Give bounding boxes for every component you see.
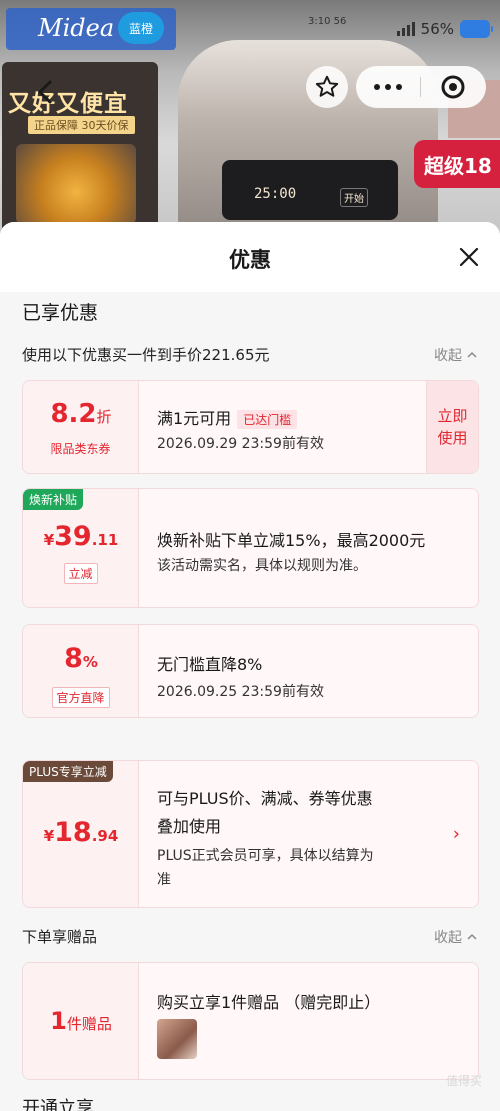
target-icon [441, 75, 465, 99]
plus-note: PLUS正式会员可享，具体以结算为 [157, 848, 374, 864]
gift-thumbnail[interactable] [157, 1019, 197, 1059]
coupon-details: 满1元可用 已达门槛 2026.09.29 23:59前有效 立即 使用 [139, 381, 478, 473]
close-icon [459, 247, 479, 267]
coupon-details: 无门槛直降8% 2026.09.25 23:59前有效 [139, 625, 478, 717]
coupon-left-panel: PLUS专享立减 ¥18.94 [23, 761, 139, 907]
coupon-card-discount[interactable]: 8.2折 限品类东券 满1元可用 已达门槛 2026.09.29 23:59前有效… [22, 380, 479, 474]
coupon-amount: ¥18.94 [43, 817, 119, 848]
coupon-left-panel: 8.2折 限品类东券 [23, 381, 139, 473]
gift-collapse-label: 收起 [434, 929, 462, 946]
gift-count: 1件赠品 [50, 1007, 112, 1035]
sheet-header: 优惠 [0, 222, 500, 292]
section-title-applied: 已享优惠 [22, 302, 99, 324]
more-options-button[interactable] [356, 84, 420, 90]
mini-program-capsule [356, 66, 486, 108]
coupon-type-tag: 立减 [63, 563, 98, 584]
chevron-up-icon [467, 933, 477, 940]
subsidy-note: 该活动需实名，具体以规则为准。 [157, 558, 367, 574]
plus-description: 可与PLUS价、满减、券等优惠 [157, 789, 373, 808]
summary-label: 使用以下优惠买一件到手价221.65元 [22, 346, 270, 364]
status-bar: 56% [396, 20, 493, 38]
battery-percent: 56% [420, 20, 454, 38]
gift-section-row: 下单享赠品 收起 [22, 926, 478, 947]
discount-description: 无门槛直降8% [157, 655, 263, 674]
coupon-card-direct-discount[interactable]: 8% 官方直降 无门槛直降8% 2026.09.25 23:59前有效 [22, 624, 479, 718]
brand-logo-text: Midea [38, 14, 115, 42]
promo-red-tag: 超级18 [414, 140, 500, 188]
coupon-left-panel: 焕新补贴 ¥39.11 立减 [23, 489, 139, 607]
plus-badge: PLUS专享立减 [23, 761, 113, 782]
gift-section-label: 下单享赠品 [22, 928, 98, 946]
cooker-start-label: 开始 [340, 188, 368, 207]
coupon-details: 焕新补贴下单立减15%，最高2000元 该活动需实名，具体以规则为准。 [139, 489, 478, 607]
cooker-display: 25:00 [254, 186, 297, 202]
coupon-card-subsidy[interactable]: 焕新补贴 ¥39.11 立减 焕新补贴下单立减15%，最高2000元 该活动需实… [22, 488, 479, 608]
gift-description: 购买立享1件赠品 （赠完即止） [157, 993, 381, 1012]
coupon-left-panel: 8% 官方直降 [23, 625, 139, 717]
plus-note-cont: 准 [157, 872, 171, 888]
threshold-reached-tag: 已达门槛 [237, 410, 298, 429]
chevron-left-icon [37, 80, 52, 104]
sheet-title: 优惠 [229, 248, 271, 272]
coupon-expiry: 2026.09.29 23:59前有效 [157, 436, 324, 452]
use-now-label: 立即 使用 [437, 407, 468, 447]
coupon-type-tag: 限品类东券 [50, 442, 111, 456]
back-button[interactable] [24, 70, 68, 114]
coupon-details: 可与PLUS价、满减、券等优惠 叠加使用 PLUS正式会员可享，具体以结算为 准… [139, 761, 478, 907]
coupon-amount: 8% [64, 643, 98, 674]
promo-subtitle: 正品保障 30天价保 [28, 116, 135, 134]
gift-collapse-button[interactable]: 收起 [434, 927, 478, 947]
chevron-up-icon [467, 351, 477, 358]
status-small-text: 3:10 56 [308, 16, 347, 27]
summary-row: 使用以下优惠买一件到手价221.65元 收起 [22, 344, 478, 365]
coupon-type-tag: 官方直降 [51, 687, 110, 708]
discount-expiry: 2026.09.25 23:59前有效 [157, 684, 324, 700]
close-app-button[interactable] [421, 74, 485, 100]
battery-icon [460, 20, 493, 38]
collapse-button[interactable]: 收起 [434, 345, 478, 365]
coupon-amount: 8.2折 [50, 399, 112, 429]
gift-left-panel: 1件赠品 [23, 963, 139, 1079]
watermark: 值得买 [445, 1074, 482, 1088]
plus-description-cont: 叠加使用 [157, 817, 222, 836]
signal-icon [396, 22, 415, 36]
subsidy-description: 焕新补贴下单立减15%，最高2000元 [157, 531, 426, 550]
logo-badge: 蓝橙 [118, 12, 164, 44]
gift-details: 购买立享1件赠品 （赠完即止） [139, 963, 478, 1079]
coupon-condition: 满1元可用 已达门槛 [157, 405, 298, 429]
chevron-right-icon[interactable]: › [453, 824, 460, 845]
star-icon [315, 75, 339, 97]
promo-food-image [16, 144, 136, 224]
cooker-control-panel [222, 160, 398, 220]
discount-sheet: 优惠 已享优惠 使用以下优惠买一件到手价221.65元 收起 8.2折 限品类东… [0, 222, 500, 1111]
favorite-button[interactable] [306, 66, 348, 108]
gift-card[interactable]: 1件赠品 购买立享1件赠品 （赠完即止） [22, 962, 479, 1080]
use-now-button[interactable]: 立即 使用 [426, 381, 478, 473]
next-section-title: 开通立享 [22, 1098, 94, 1111]
coupon-amount: ¥39.11 [43, 521, 119, 552]
product-background: Midea 蓝橙 又好又便宜 正品保障 30天价保 25:00 开始 超级18 … [0, 0, 500, 240]
subsidy-badge: 焕新补贴 [23, 489, 84, 510]
close-button[interactable] [454, 242, 484, 272]
coupon-card-plus[interactable]: PLUS专享立减 ¥18.94 可与PLUS价、满减、券等优惠 叠加使用 PLU… [22, 760, 479, 908]
collapse-label: 收起 [434, 347, 462, 364]
